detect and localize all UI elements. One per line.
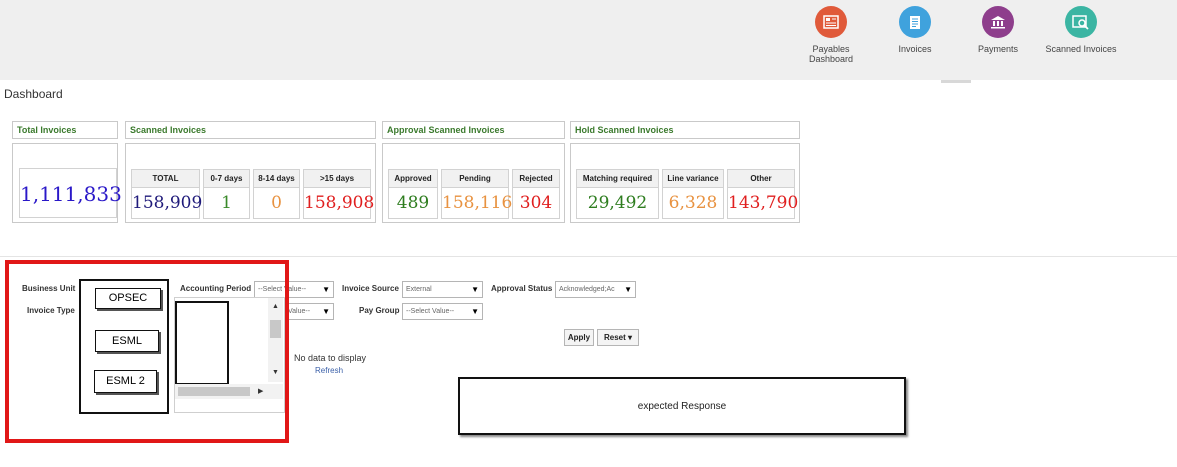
pay-group-select[interactable]: --Select Value-- ▼ bbox=[402, 303, 483, 320]
tile-hold-header: Hold Scanned Invoices bbox=[570, 121, 800, 139]
chevron-down-icon: ▼ bbox=[624, 285, 632, 294]
nav-label-payables-line1: Payables bbox=[812, 44, 850, 54]
approval-status-label: Approval Status bbox=[491, 284, 553, 293]
tile-approval-header: Approval Scanned Invoices bbox=[382, 121, 565, 139]
invoice-source-label: Invoice Source bbox=[342, 284, 399, 293]
pay-group-value: --Select Value-- bbox=[406, 308, 455, 315]
stat-value: 489 bbox=[396, 193, 430, 213]
tile-total-invoices-header: Total Invoices bbox=[12, 121, 118, 139]
nav-label-payables-line2: Dashboard bbox=[808, 54, 854, 64]
chevron-down-icon: ▼ bbox=[471, 285, 479, 294]
stat-other[interactable]: Other 143,790 bbox=[727, 169, 799, 219]
nav-label-invoices: Invoices bbox=[898, 44, 932, 54]
stat-value: 6,328 bbox=[668, 193, 718, 213]
reset-button[interactable]: Reset ▾ bbox=[597, 329, 639, 346]
approval-status-select[interactable]: Acknowledged;Ac ▼ bbox=[555, 281, 636, 298]
stat-label: Approved bbox=[389, 170, 437, 188]
tile-hold-scanned-invoices: Matching required 29,492 Line variance 6… bbox=[570, 143, 800, 223]
stat-value: 304 bbox=[519, 193, 553, 213]
payments-icon bbox=[982, 6, 1014, 38]
payables-dashboard-icon bbox=[815, 6, 847, 38]
invoice-type-value: Value-- bbox=[288, 308, 311, 315]
nav-label-scanned-invoices: Scanned Invoices bbox=[1045, 44, 1117, 54]
stat-label: Rejected bbox=[513, 170, 559, 188]
chevron-down-icon: ▼ bbox=[322, 307, 330, 316]
top-navigation-bar: Payables Dashboard Invoices Payments Sca… bbox=[0, 0, 1177, 80]
approval-status-value: Acknowledged;Ac bbox=[559, 286, 615, 293]
stat-label: TOTAL bbox=[132, 170, 199, 188]
page-title: Dashboard bbox=[4, 87, 63, 101]
stat-value: 158,909 bbox=[132, 193, 203, 213]
nav-payments[interactable]: Payments bbox=[958, 6, 1038, 54]
pay-group-label: Pay Group bbox=[359, 306, 400, 315]
stat-label: 0-7 days bbox=[204, 170, 249, 188]
nav-scanned-invoices[interactable]: Scanned Invoices bbox=[1041, 6, 1121, 54]
section-divider bbox=[0, 256, 1177, 257]
stat-label: Other bbox=[728, 170, 794, 188]
expected-response-box: expected Response bbox=[458, 377, 906, 435]
stat-label: Line variance bbox=[663, 170, 723, 188]
scanned-invoices-icon bbox=[1065, 6, 1097, 38]
chevron-down-icon: ▼ bbox=[471, 307, 479, 316]
tile-total-invoices[interactable]: 1,111,833 bbox=[12, 143, 122, 223]
tile-approval-scanned-invoices: Approved 489 Pending 158,116 Rejected 30… bbox=[382, 143, 565, 223]
stat-line-variance[interactable]: Line variance 6,328 bbox=[662, 169, 724, 219]
stat-scanned-0-7-days[interactable]: 0-7 days 1 bbox=[203, 169, 250, 219]
refresh-link[interactable]: Refresh bbox=[315, 366, 343, 375]
no-data-message: No data to display bbox=[294, 353, 367, 363]
nav-payables-dashboard[interactable]: Payables Dashboard bbox=[791, 6, 871, 64]
stat-label: >15 days bbox=[304, 170, 370, 188]
stat-value: 0 bbox=[271, 193, 282, 213]
stat-label: Pending bbox=[442, 170, 508, 188]
invoice-source-select[interactable]: External ▼ bbox=[402, 281, 483, 298]
apply-button[interactable]: Apply bbox=[564, 329, 594, 346]
stat-approved[interactable]: Approved 489 bbox=[388, 169, 438, 219]
stat-label: Matching required bbox=[577, 170, 658, 188]
stat-value: 158,116 bbox=[442, 193, 513, 213]
stat-pending[interactable]: Pending 158,116 bbox=[441, 169, 513, 219]
tile-scanned-invoices: TOTAL 158,909 0-7 days 1 8-14 days 0 >15… bbox=[125, 143, 376, 223]
stat-value: 29,492 bbox=[587, 193, 648, 213]
stat-value: 158,908 bbox=[304, 193, 375, 213]
stat-value: 143,790 bbox=[728, 193, 799, 213]
stat-scanned-over-15-days[interactable]: >15 days 158,908 bbox=[303, 169, 375, 219]
nav-active-indicator bbox=[941, 80, 971, 83]
chevron-down-icon: ▼ bbox=[322, 285, 330, 294]
nav-invoices[interactable]: Invoices bbox=[875, 6, 955, 54]
highlight-frame bbox=[5, 260, 289, 443]
stat-value: 1 bbox=[221, 193, 232, 213]
stat-rejected[interactable]: Rejected 304 bbox=[512, 169, 560, 219]
total-invoices-value: 1,111,833 bbox=[19, 168, 122, 218]
invoice-source-value: External bbox=[406, 286, 432, 293]
stat-scanned-8-14-days[interactable]: 8-14 days 0 bbox=[253, 169, 300, 219]
invoice-type-select[interactable]: Value-- ▼ bbox=[284, 303, 334, 320]
tile-scanned-invoices-header: Scanned Invoices bbox=[125, 121, 376, 139]
stat-matching-required[interactable]: Matching required 29,492 bbox=[576, 169, 659, 219]
nav-label-payments: Payments bbox=[977, 44, 1019, 54]
invoices-icon bbox=[899, 6, 931, 38]
stat-scanned-total[interactable]: TOTAL 158,909 bbox=[131, 169, 203, 219]
stat-label: 8-14 days bbox=[254, 170, 299, 188]
